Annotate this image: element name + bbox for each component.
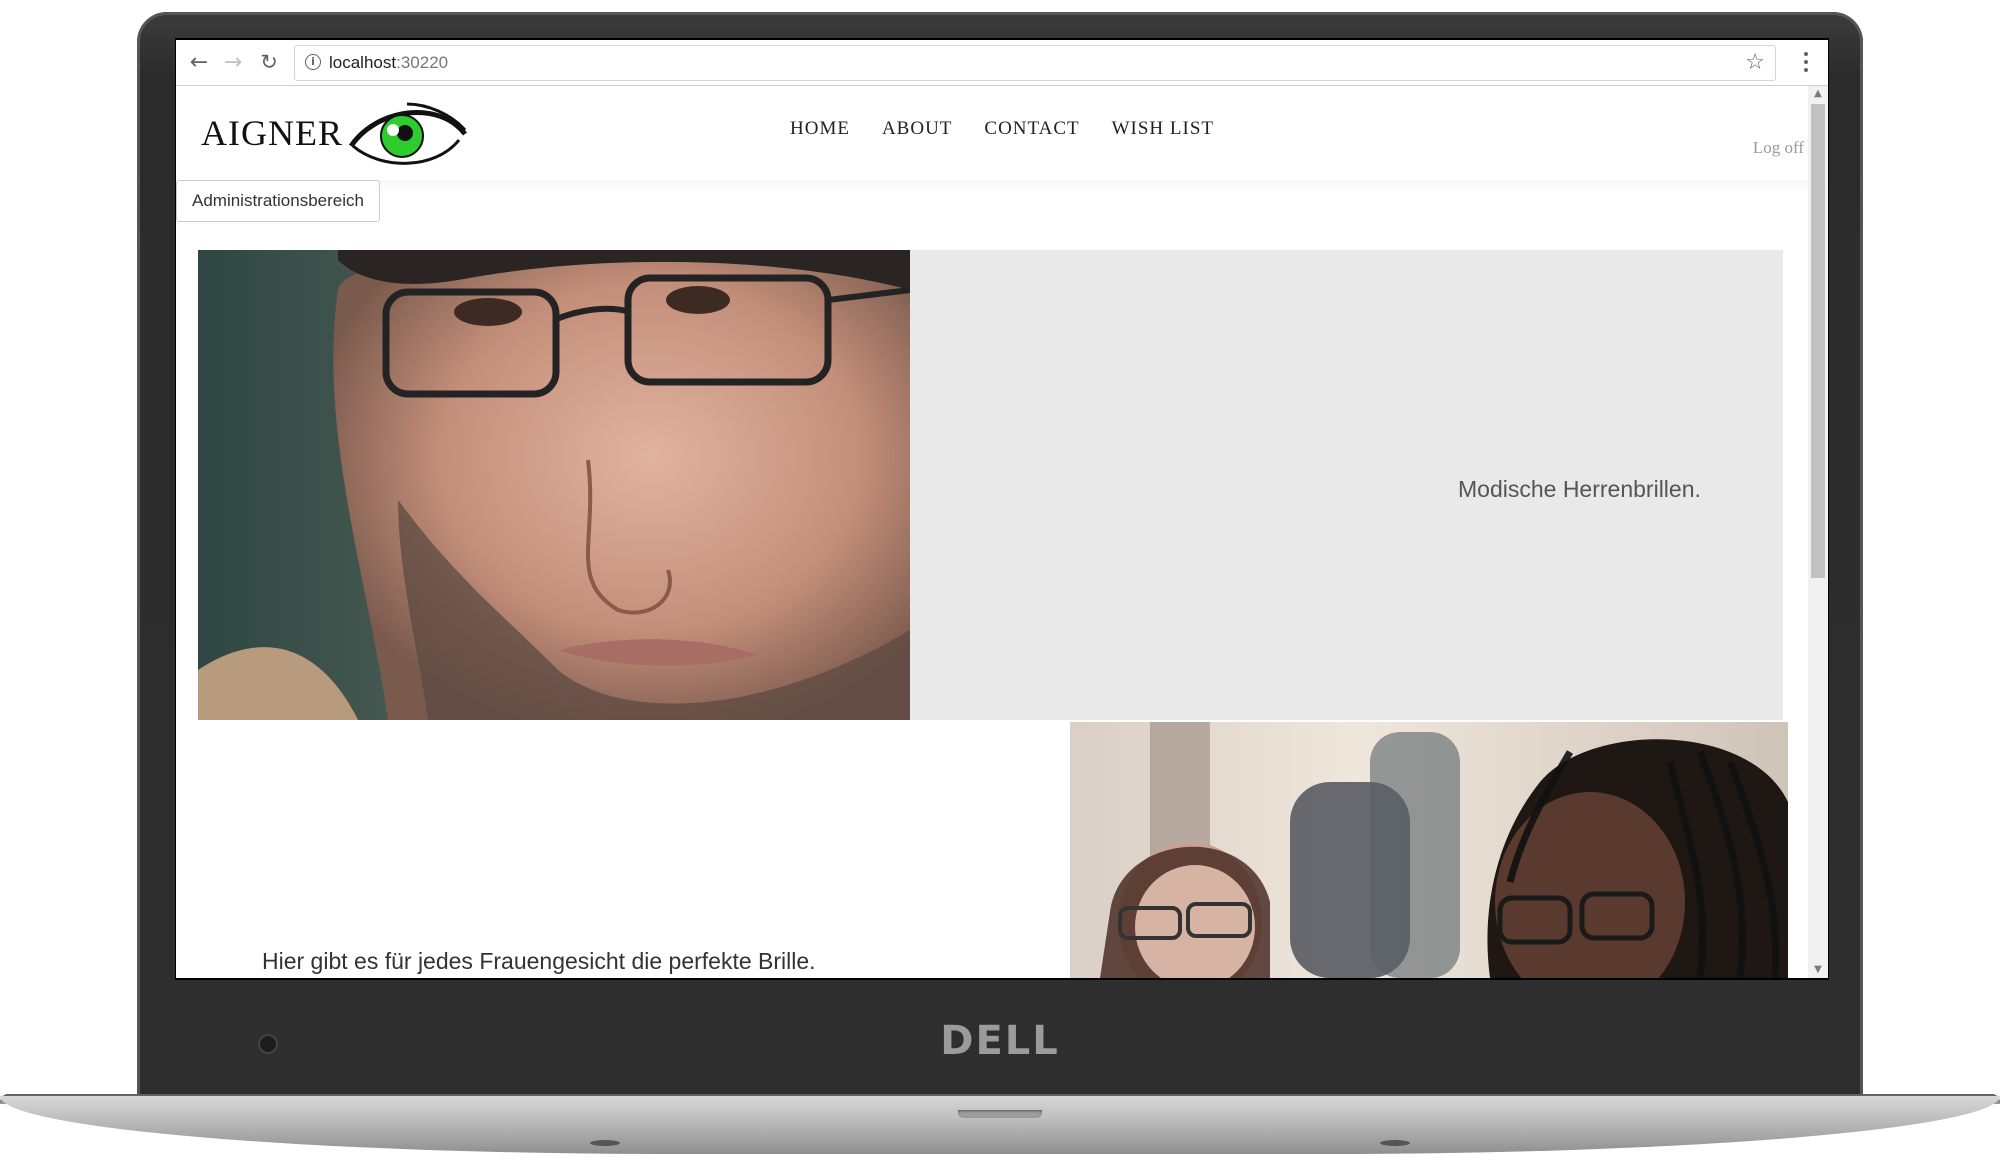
- info-icon[interactable]: i: [305, 54, 321, 70]
- dell-logo: DELL: [940, 1018, 1060, 1064]
- scroll-down-arrow-icon[interactable]: ▼: [1808, 962, 1828, 978]
- logoff-link[interactable]: Log off: [1753, 138, 1804, 158]
- vertical-scrollbar[interactable]: ▲ ▼: [1808, 86, 1828, 978]
- address-bar[interactable]: i localhost:30220 ☆: [294, 45, 1776, 81]
- star-icon[interactable]: ☆: [1745, 50, 1765, 75]
- scroll-up-arrow-icon[interactable]: ▲: [1808, 86, 1828, 102]
- eye-logo-icon: [348, 102, 467, 165]
- men-glasses-section: Modische Herrenbrillen.: [198, 250, 1783, 720]
- reload-icon[interactable]: ↻: [254, 47, 284, 77]
- browser-window: ← → ↻ i localhost:30220 ☆ AIGNER HOME AB…: [176, 40, 1828, 978]
- women-with-glasses-photo: [1070, 722, 1788, 978]
- url-host: localhost: [329, 53, 397, 72]
- laptop-notch: [958, 1110, 1042, 1118]
- brand-logo[interactable]: AIGNER: [201, 98, 469, 168]
- menu-icon[interactable]: [1796, 47, 1816, 77]
- laptop-base: [0, 1096, 2000, 1154]
- brand-name: AIGNER: [201, 113, 343, 153]
- scroll-thumb[interactable]: [1811, 104, 1825, 578]
- admin-area-button[interactable]: Administrationsbereich: [176, 180, 380, 222]
- man-with-glasses-photo: [198, 250, 910, 720]
- page-viewport: AIGNER HOME ABOUT CONTACT WISH LIST Log …: [176, 86, 1808, 978]
- laptop-foot-right: [1380, 1140, 1410, 1146]
- site-header: AIGNER HOME ABOUT CONTACT WISH LIST Log …: [176, 86, 1808, 180]
- nav-contact[interactable]: CONTACT: [984, 118, 1079, 140]
- nav-wish-list[interactable]: WISH LIST: [1112, 118, 1214, 140]
- webcam: [258, 1034, 278, 1054]
- nav-home[interactable]: HOME: [790, 118, 850, 140]
- women-glasses-section: Hier gibt es für jedes Frauengesicht die…: [176, 722, 1808, 978]
- men-caption: Modische Herrenbrillen.: [1458, 476, 1701, 502]
- back-arrow-icon[interactable]: ←: [184, 47, 214, 77]
- url-text[interactable]: localhost:30220: [329, 53, 448, 73]
- laptop-foot-left: [590, 1140, 620, 1146]
- nav-about[interactable]: ABOUT: [882, 118, 952, 140]
- main-nav: HOME ABOUT CONTACT WISH LIST: [790, 118, 1214, 140]
- browser-toolbar: ← → ↻ i localhost:30220 ☆: [176, 40, 1828, 86]
- women-caption: Hier gibt es für jedes Frauengesicht die…: [262, 948, 816, 974]
- forward-arrow-icon[interactable]: →: [218, 47, 248, 77]
- url-port: :30220: [396, 53, 449, 72]
